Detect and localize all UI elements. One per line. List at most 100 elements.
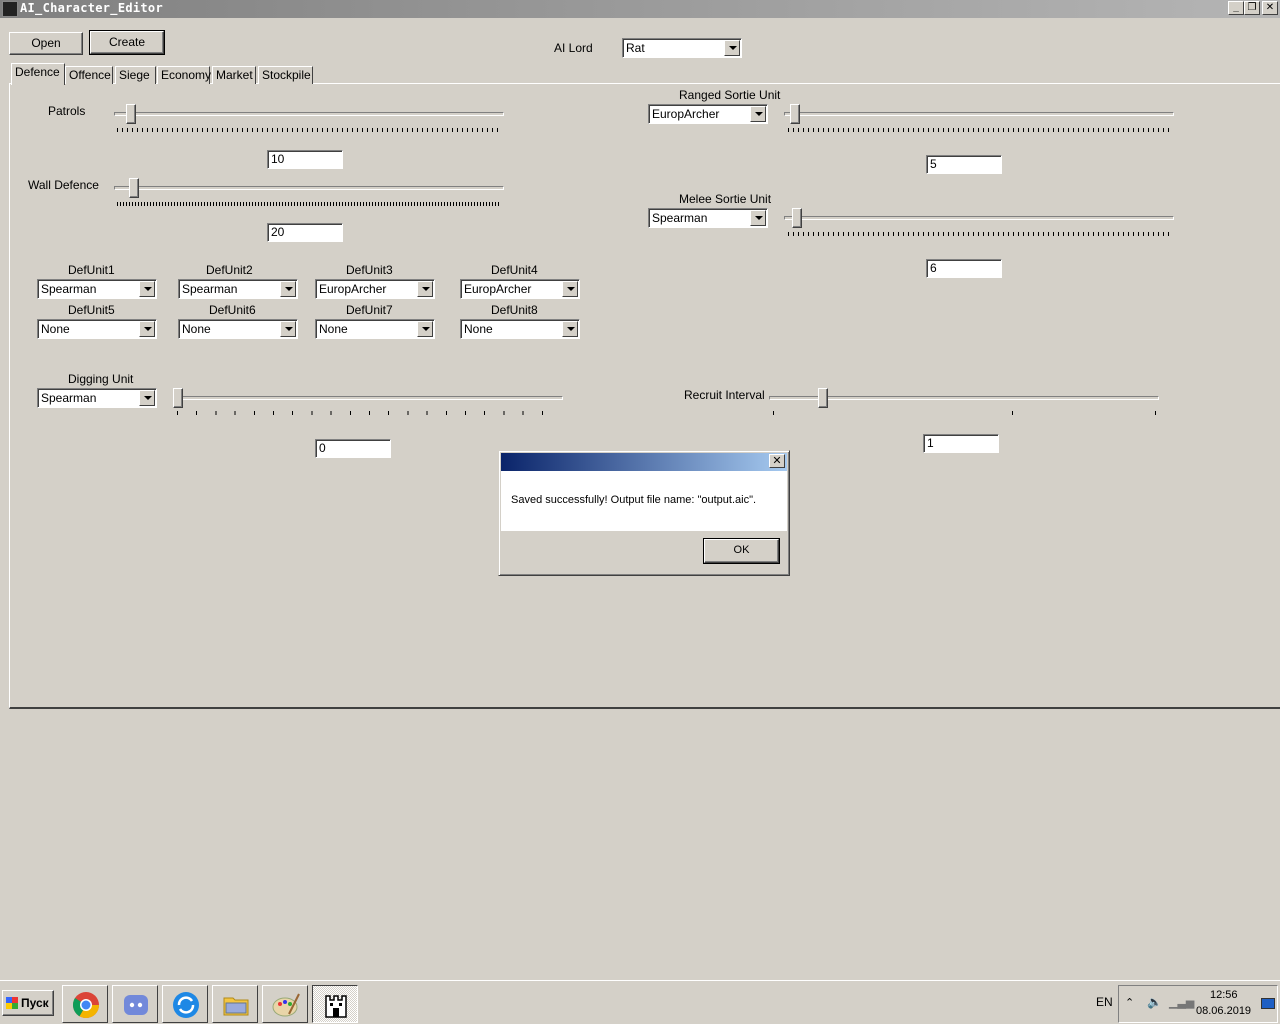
discord-icon bbox=[124, 995, 148, 1015]
network-icon[interactable]: ▁▃▅ bbox=[1169, 996, 1194, 1009]
chevron-down-icon[interactable] bbox=[562, 321, 578, 337]
melee-sortie-slider-thumb[interactable] bbox=[792, 208, 802, 228]
tab-economy[interactable]: Economy bbox=[157, 66, 211, 84]
def-unit-2-select[interactable]: Spearman bbox=[178, 279, 298, 299]
create-button[interactable]: Create bbox=[89, 30, 165, 55]
digging-slider-thumb[interactable] bbox=[173, 388, 183, 408]
tab-offence[interactable]: Offence bbox=[65, 66, 113, 84]
tab-defence[interactable]: Defence bbox=[11, 63, 65, 85]
chevron-down-icon[interactable] bbox=[139, 390, 155, 406]
clock-time[interactable]: 12:56 bbox=[1210, 989, 1238, 1001]
recruit-interval-tick bbox=[1155, 411, 1156, 415]
melee-sortie-slider-track[interactable] bbox=[784, 216, 1174, 220]
chevron-down-icon[interactable] bbox=[280, 281, 296, 297]
taskbar-app-sync[interactable] bbox=[162, 985, 208, 1023]
tab-stockpile[interactable]: Stockpile bbox=[258, 66, 313, 84]
def-unit-1-value: Spearman bbox=[41, 282, 97, 296]
taskbar-app-chrome[interactable] bbox=[62, 985, 108, 1023]
chevron-down-icon[interactable] bbox=[417, 281, 433, 297]
patrols-slider-ticks bbox=[117, 128, 501, 132]
taskbar-app-explorer[interactable] bbox=[212, 985, 258, 1023]
dialog-title-bar[interactable]: ✕ bbox=[501, 453, 787, 471]
clock-date[interactable]: 08.06.2019 bbox=[1196, 1005, 1251, 1017]
def-unit-4-value: EuropArcher bbox=[464, 282, 532, 296]
taskbar-app-discord[interactable] bbox=[112, 985, 158, 1023]
chevron-down-icon[interactable] bbox=[139, 321, 155, 337]
def-unit-5-value: None bbox=[41, 322, 70, 336]
recruit-interval-slider-thumb[interactable] bbox=[818, 388, 828, 408]
def-unit-1-select[interactable]: Spearman bbox=[37, 279, 157, 299]
wall-defence-field[interactable]: 20 bbox=[267, 223, 343, 242]
close-button[interactable]: ✕ bbox=[1262, 1, 1278, 15]
digging-field[interactable]: 0 bbox=[315, 439, 391, 458]
open-button[interactable]: Open bbox=[9, 32, 83, 55]
taskbar-app-ai-editor[interactable] bbox=[312, 985, 358, 1023]
taskbar-app-paint[interactable] bbox=[262, 985, 308, 1023]
digging-unit-label: Digging Unit bbox=[68, 372, 134, 386]
ranged-sortie-value: EuropArcher bbox=[652, 107, 720, 121]
chevron-up-icon[interactable]: ⌃ bbox=[1125, 996, 1134, 1009]
castle-app-icon bbox=[2, 1, 18, 17]
chevron-down-icon[interactable] bbox=[280, 321, 296, 337]
system-tray: ⌃ 🔈 ▁▃▅ bbox=[1118, 985, 1278, 1023]
def-unit-4-label: DefUnit4 bbox=[491, 263, 538, 277]
digging-unit-value: Spearman bbox=[41, 391, 97, 405]
recruit-interval-label: Recruit Interval bbox=[684, 388, 765, 402]
wall-defence-slider-thumb[interactable] bbox=[129, 178, 139, 198]
minimize-button[interactable]: _ bbox=[1228, 1, 1244, 15]
def-unit-7-value: None bbox=[319, 322, 348, 336]
def-unit-3-value: EuropArcher bbox=[319, 282, 387, 296]
tab-market[interactable]: Market bbox=[212, 66, 256, 84]
ranged-sortie-field[interactable]: 5 bbox=[926, 155, 1002, 174]
chevron-down-icon[interactable] bbox=[750, 210, 766, 226]
def-unit-6-select[interactable]: None bbox=[178, 319, 298, 339]
chevron-down-icon[interactable] bbox=[750, 106, 766, 122]
chevron-down-icon[interactable] bbox=[139, 281, 155, 297]
dialog-message: Saved successfully! Output file name: "o… bbox=[511, 494, 757, 506]
def-unit-8-label: DefUnit8 bbox=[491, 303, 538, 317]
recruit-interval-field[interactable]: 1 bbox=[923, 434, 999, 453]
def-unit-7-select[interactable]: None bbox=[315, 319, 435, 339]
chevron-down-icon[interactable] bbox=[417, 321, 433, 337]
folder-icon bbox=[223, 997, 249, 1016]
patrols-field[interactable]: 10 bbox=[267, 150, 343, 169]
melee-sortie-select[interactable]: Spearman bbox=[648, 208, 768, 228]
patrols-slider-thumb[interactable] bbox=[126, 104, 136, 124]
language-indicator[interactable]: EN bbox=[1096, 995, 1113, 1009]
def-unit-2-label: DefUnit2 bbox=[206, 263, 253, 277]
maximize-button[interactable]: ❐ bbox=[1244, 1, 1260, 15]
start-button[interactable]: Пуск bbox=[2, 990, 54, 1016]
ranged-sortie-select[interactable]: EuropArcher bbox=[648, 104, 768, 124]
def-unit-8-value: None bbox=[464, 322, 493, 336]
ok-button[interactable]: OK bbox=[703, 538, 780, 564]
patrols-slider-track[interactable] bbox=[114, 112, 504, 116]
def-unit-2-value: Spearman bbox=[182, 282, 238, 296]
chevron-down-icon[interactable] bbox=[562, 281, 578, 297]
recruit-interval-tick bbox=[1012, 411, 1013, 415]
def-unit-8-select[interactable]: None bbox=[460, 319, 580, 339]
ranged-sortie-label: Ranged Sortie Unit bbox=[679, 88, 781, 102]
wall-defence-slider-track[interactable] bbox=[114, 186, 504, 190]
chevron-down-icon[interactable] bbox=[724, 40, 740, 56]
tab-siege[interactable]: Siege bbox=[115, 66, 156, 84]
paint-icon bbox=[272, 993, 300, 1017]
windows-flag-icon bbox=[6, 997, 18, 1009]
melee-sortie-field[interactable]: 6 bbox=[926, 259, 1002, 278]
digging-slider-track[interactable] bbox=[173, 396, 563, 400]
taskbar: Пуск EN ⌃ 🔈 ▁▃▅ 12:56 08.06.2019 bbox=[0, 980, 1280, 1024]
melee-sortie-slider-ticks bbox=[788, 232, 1172, 236]
ranged-sortie-slider-thumb[interactable] bbox=[790, 104, 800, 124]
def-unit-1-label: DefUnit1 bbox=[68, 263, 115, 277]
digging-unit-select[interactable]: Spearman bbox=[37, 388, 157, 408]
ai-lord-select[interactable]: Rat bbox=[622, 38, 742, 58]
dialog-close-button[interactable]: ✕ bbox=[769, 454, 785, 468]
def-unit-3-select[interactable]: EuropArcher bbox=[315, 279, 435, 299]
ai-lord-label: AI Lord bbox=[554, 41, 593, 55]
def-unit-5-select[interactable]: None bbox=[37, 319, 157, 339]
show-desktop-icon[interactable] bbox=[1261, 998, 1275, 1009]
speaker-icon[interactable]: 🔈 bbox=[1147, 995, 1162, 1009]
title-bar[interactable]: AI_Character_Editor _ ❐ ✕ bbox=[0, 0, 1280, 18]
def-unit-4-select[interactable]: EuropArcher bbox=[460, 279, 580, 299]
ranged-sortie-slider-track[interactable] bbox=[784, 112, 1174, 116]
start-label: Пуск bbox=[21, 996, 49, 1010]
